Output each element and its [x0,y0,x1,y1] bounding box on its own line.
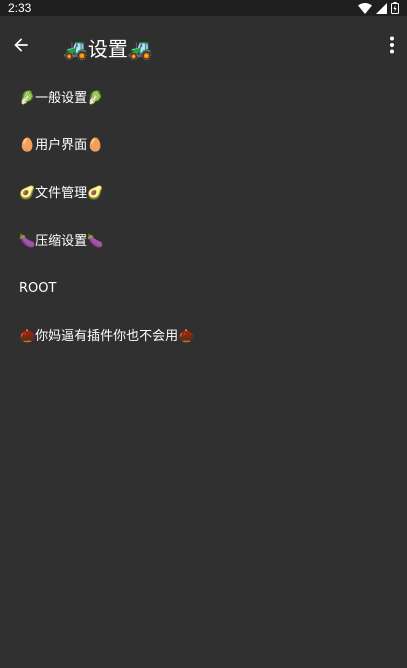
status-bar: 2:33 [0,0,407,16]
settings-item-plugins[interactable]: 🌰你妈逼有插件你也不会用🌰 [0,313,407,361]
wifi-icon [358,2,372,14]
more-vert-icon [389,36,395,58]
settings-list: 🥬一般设置🥬 🥚用户界面🥚 🥑文件管理🥑 🍆压缩设置🍆 ROOT 🌰你妈逼有插件… [0,75,407,361]
app-bar: 🚜设置🚜 [0,16,407,78]
settings-item-file-management[interactable]: 🥑文件管理🥑 [0,170,407,218]
settings-item-label: 🥑文件管理🥑 [19,185,104,201]
battery-icon [391,2,399,14]
arrow-back-icon [11,35,31,59]
more-options-button[interactable] [384,35,400,59]
settings-item-root[interactable]: ROOT [0,265,407,313]
page-title: 🚜设置🚜 [63,36,153,61]
settings-item-user-interface[interactable]: 🥚用户界面🥚 [0,123,407,171]
settings-item-label: 🌰你妈逼有插件你也不会用🌰 [19,328,195,344]
status-time: 2:33 [8,1,32,15]
settings-item-general[interactable]: 🥬一般设置🥬 [0,75,407,123]
settings-item-label: 🥚用户界面🥚 [19,138,104,154]
status-icons [358,2,399,14]
settings-item-label: 🍆压缩设置🍆 [19,233,104,249]
settings-item-label: ROOT [19,281,57,297]
settings-item-compression[interactable]: 🍆压缩设置🍆 [0,218,407,266]
settings-item-label: 🥬一般设置🥬 [19,90,104,106]
back-button[interactable] [9,35,33,59]
settings-screen: 2:33 🚜设置🚜 🥬一般设置🥬 🥚用户界面🥚 🥑文件管理🥑 🍆压缩设置🍆 RO… [0,0,407,668]
signal-icon [376,2,387,14]
